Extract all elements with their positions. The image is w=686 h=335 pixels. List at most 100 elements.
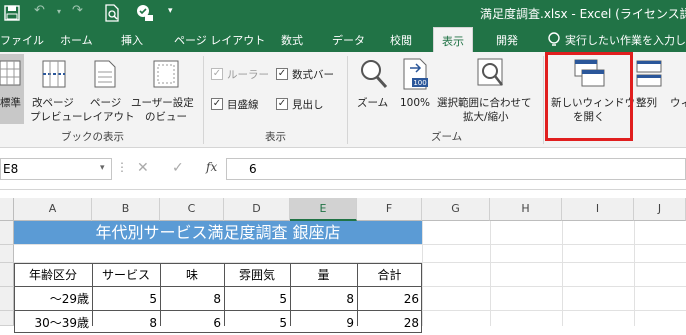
cancel-icon[interactable]: ✕ <box>137 160 149 176</box>
zoom-100-icon: 100 <box>403 58 428 90</box>
undo-dropdown-icon[interactable]: ▾ <box>57 7 61 16</box>
page-layout-view-button[interactable]: ページ レイアウト <box>82 54 135 124</box>
name-box[interactable]: E8 <box>0 158 112 180</box>
ribbon-separator <box>347 56 348 144</box>
gridlines-label: 目盛線 <box>227 99 259 111</box>
window-title: 満足度調査.xlsx - Excel (ライセンス認証 <box>480 7 686 21</box>
select-all-corner[interactable] <box>0 198 14 221</box>
page-layout-label-2: レイアウト <box>82 111 135 123</box>
name-box-dropdown-icon[interactable]: ▾ <box>100 163 105 173</box>
row-header[interactable] <box>0 221 14 245</box>
table-cell[interactable]: 8 <box>290 287 357 311</box>
qat-customize-icon[interactable]: ▾ <box>168 6 173 16</box>
custom-views-button[interactable]: ユーザー設定 のビュー <box>131 54 201 124</box>
column-header-a[interactable]: A <box>14 198 92 221</box>
save-icon[interactable] <box>4 5 20 21</box>
table-header-cell[interactable]: 年齢区分 <box>14 263 92 287</box>
zoom-selection-icon <box>477 58 503 86</box>
zoom-to-selection-button[interactable]: 選択範囲に合わせて 拡大/縮小 <box>437 54 541 124</box>
worksheet: A B C D E F G H I J 年代別サービス満足度調査 銀座店 年齢区… <box>0 190 686 333</box>
row-header[interactable] <box>0 245 14 263</box>
row-header[interactable] <box>0 311 14 326</box>
formula-value: 6 <box>249 162 257 176</box>
page-break-label-1: 改ページ <box>32 97 74 109</box>
row-header[interactable] <box>0 263 14 287</box>
spellcheck-icon[interactable] <box>136 4 154 22</box>
ruler-label: ルーラー <box>227 69 269 81</box>
table-cell[interactable]: 26 <box>357 287 422 311</box>
custom-views-icon <box>153 60 179 88</box>
formula-bar-checkbox[interactable]: ✓ <box>276 68 288 80</box>
print-preview-icon[interactable] <box>104 4 120 22</box>
table-cell[interactable]: 9 <box>290 311 357 335</box>
table-cell[interactable]: 8 <box>92 311 160 335</box>
gridlines-checkbox[interactable]: ✓ <box>211 98 223 110</box>
sheet-title[interactable]: 年代別サービス満足度調査 銀座店 <box>14 221 422 244</box>
table-header-cell[interactable]: 合計 <box>357 263 422 287</box>
redo-icon[interactable]: ↷ <box>72 3 83 18</box>
formula-input[interactable]: 6 <box>226 158 686 180</box>
table-cell[interactable]: ～29歳 <box>14 287 92 311</box>
column-header-e[interactable]: E <box>290 198 357 221</box>
normal-view-label: 標準 <box>0 97 21 109</box>
column-header-c[interactable]: C <box>160 198 224 221</box>
formula-bar-label: 数式バー <box>292 69 334 81</box>
column-header-i[interactable]: I <box>562 198 634 221</box>
column-header-j[interactable]: J <box>634 198 686 221</box>
headings-checkbox[interactable]: ✓ <box>276 98 288 110</box>
tab-file[interactable]: ファイル <box>0 32 44 48</box>
page-break-preview-button[interactable]: 改ページ プレビュー <box>30 54 83 124</box>
highlight-box <box>545 52 633 141</box>
column-header-d[interactable]: D <box>224 198 290 221</box>
tab-insert[interactable]: 挿入 <box>121 32 143 48</box>
ribbon-separator <box>543 56 544 144</box>
table-cell[interactable]: 30～39歳 <box>14 311 92 335</box>
insert-function-icon[interactable]: fx <box>206 160 217 174</box>
tab-review[interactable]: 校閲 <box>390 32 412 48</box>
zoom-100-label: 100% <box>400 97 431 109</box>
table-cell[interactable]: 8 <box>160 287 224 311</box>
freeze-panes-label[interactable]: ウィ <box>670 96 686 110</box>
zoom-label: ズーム <box>357 97 389 109</box>
enter-icon[interactable]: ✓ <box>172 160 184 176</box>
undo-icon[interactable]: ↶ <box>34 3 45 18</box>
group-label-show: 表示 <box>265 131 286 143</box>
page-layout-icon <box>94 60 116 88</box>
arrange-all-button[interactable]: 整列 <box>634 54 664 124</box>
tab-developer[interactable]: 開発 <box>496 32 518 48</box>
column-header-f[interactable]: F <box>357 198 422 221</box>
arrange-label: 整列 <box>636 97 657 109</box>
custom-views-label-2: のビュー <box>145 111 187 123</box>
page-break-label-2: プレビュー <box>30 111 83 123</box>
magnifier-icon <box>361 60 388 89</box>
table-cell[interactable]: 5 <box>92 287 160 311</box>
table-header-cell[interactable]: 雰囲気 <box>224 263 290 287</box>
table-cell[interactable]: 5 <box>224 287 290 311</box>
tab-page-layout[interactable]: ページ レイアウト <box>174 32 265 48</box>
tell-me-search[interactable]: 実行したい作業を入力し <box>565 32 686 48</box>
column-header-g[interactable]: G <box>422 198 490 221</box>
column-header-b[interactable]: B <box>92 198 160 221</box>
tab-view[interactable]: 表示 <box>433 27 473 52</box>
table-header-cell[interactable]: 量 <box>290 263 357 287</box>
zoom-100-icon-text: 100 <box>413 79 426 87</box>
tab-home[interactable]: ホーム <box>60 32 93 48</box>
table-cell[interactable]: 5 <box>224 311 290 335</box>
tab-formulas[interactable]: 数式 <box>281 32 303 48</box>
group-label-zoom: ズーム <box>431 131 463 143</box>
column-header-h[interactable]: H <box>490 198 562 221</box>
zoom-button[interactable]: ズーム <box>355 54 395 124</box>
normal-view-button[interactable]: 標準 <box>0 54 24 124</box>
ruler-checkbox[interactable]: ✓ <box>211 68 223 80</box>
row-header[interactable] <box>0 287 14 311</box>
table-cell[interactable]: 28 <box>357 311 422 335</box>
table-header-cell[interactable]: 味 <box>160 263 224 287</box>
normal-view-icon <box>0 60 21 86</box>
headings-label: 見出し <box>292 99 324 111</box>
page-break-preview-icon <box>42 60 66 88</box>
table-cell[interactable]: 6 <box>160 311 224 335</box>
zoom-100-button[interactable]: 100 100% <box>398 54 434 124</box>
gridline <box>422 286 686 287</box>
tab-data[interactable]: データ <box>332 32 365 48</box>
table-header-cell[interactable]: サービス <box>92 263 160 287</box>
